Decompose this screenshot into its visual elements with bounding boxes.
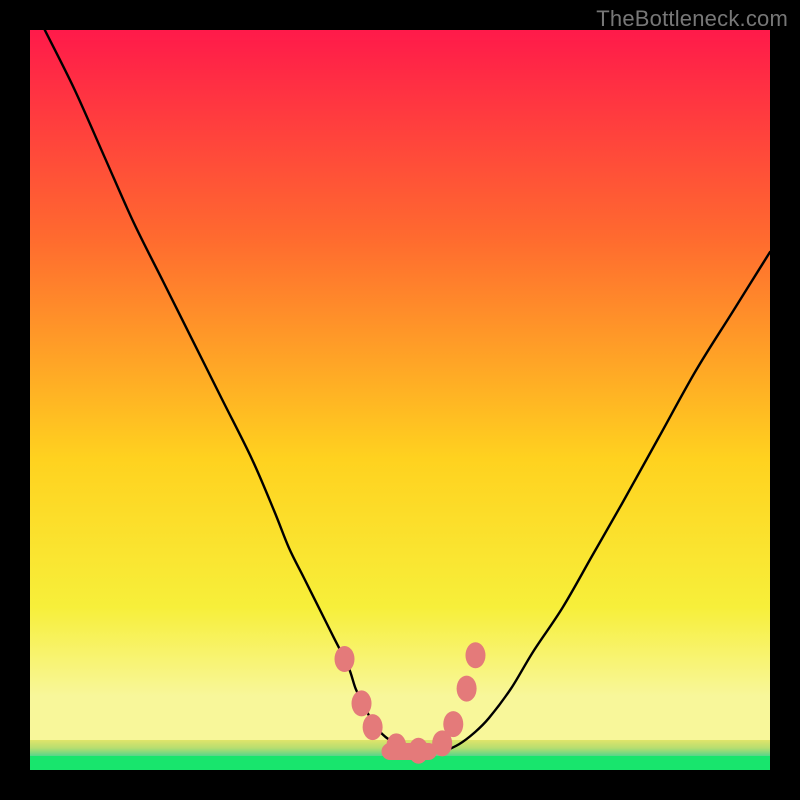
trough-markers (335, 642, 486, 763)
attribution-label: TheBottleneck.com (596, 6, 788, 32)
curve-layer (30, 30, 770, 770)
chart-frame: TheBottleneck.com (0, 0, 800, 800)
bottleneck-curve (45, 30, 770, 752)
plot-area (30, 30, 770, 770)
